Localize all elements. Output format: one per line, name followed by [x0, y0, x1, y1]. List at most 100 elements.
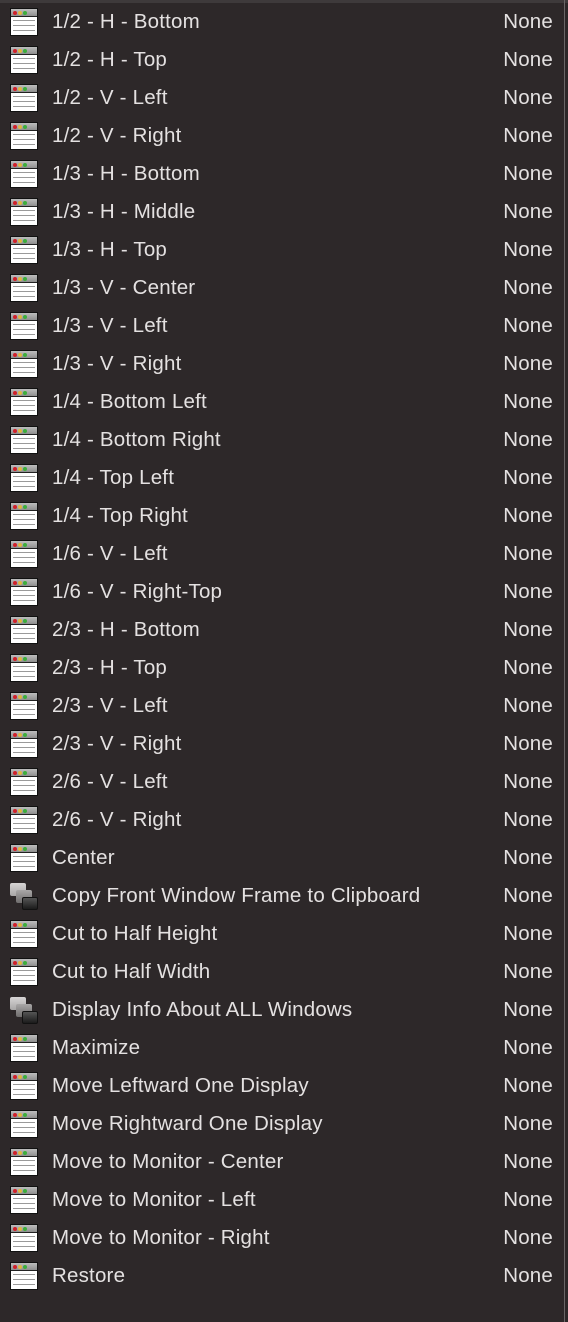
window-icon — [10, 1224, 38, 1252]
list-item[interactable]: Move to Monitor - Left None — [0, 1181, 564, 1219]
shortcut-value[interactable]: None — [503, 466, 553, 490]
list-item[interactable]: 1/6 - V - Left None — [0, 535, 564, 573]
item-label: Cut to Half Height — [52, 922, 218, 945]
list-item[interactable]: Cut to Half Height None — [0, 915, 564, 953]
list-item[interactable]: 1/4 - Bottom Right None — [0, 421, 564, 459]
window-icon — [10, 1072, 38, 1100]
list-item[interactable]: Copy Front Window Frame to Clipboard None — [0, 877, 564, 915]
shortcut-value[interactable]: None — [503, 124, 553, 148]
item-label: Center — [52, 846, 115, 869]
item-label: 1/6 - V - Right-Top — [52, 580, 223, 603]
window-icon — [10, 46, 38, 74]
list-item[interactable]: 1/2 - H - Top None — [0, 41, 564, 79]
shortcut-value[interactable]: None — [503, 504, 553, 528]
shortcut-value[interactable]: None — [503, 1112, 553, 1136]
list-item[interactable]: 1/3 - H - Bottom None — [0, 155, 564, 193]
list-item[interactable]: 1/3 - V - Left None — [0, 307, 564, 345]
window-icon — [10, 1262, 38, 1290]
item-label: Move to Monitor - Left — [52, 1188, 256, 1211]
list-item[interactable]: Cut to Half Width None — [0, 953, 564, 991]
item-label: Move to Monitor - Right — [52, 1226, 270, 1249]
shortcut-value[interactable]: None — [503, 1226, 553, 1250]
window-icon — [10, 236, 38, 264]
shortcut-value[interactable]: None — [503, 542, 553, 566]
list-item[interactable]: 2/3 - V - Right None — [0, 725, 564, 763]
item-label: 2/3 - V - Left — [52, 694, 168, 717]
shortcut-value[interactable]: None — [503, 960, 553, 984]
shortcut-value[interactable]: None — [503, 86, 553, 110]
item-label: 1/3 - V - Right — [52, 352, 182, 375]
shortcut-value[interactable]: None — [503, 884, 553, 908]
shortcut-value[interactable]: None — [503, 314, 553, 338]
shortcut-value[interactable]: None — [503, 162, 553, 186]
shortcut-value[interactable]: None — [503, 1188, 553, 1212]
list-item[interactable]: 2/3 - H - Bottom None — [0, 611, 564, 649]
shortcut-value[interactable]: None — [503, 1150, 553, 1174]
shortcut-value[interactable]: None — [503, 48, 553, 72]
item-label: 1/3 - H - Bottom — [52, 162, 200, 185]
item-label: 1/4 - Bottom Right — [52, 428, 221, 451]
shortcut-value[interactable]: None — [503, 656, 553, 680]
window-icon — [10, 122, 38, 150]
shortcut-value[interactable]: None — [503, 922, 553, 946]
list-item[interactable]: 2/6 - V - Left None — [0, 763, 564, 801]
window-icon — [10, 958, 38, 986]
list-item[interactable]: 1/4 - Top Right None — [0, 497, 564, 535]
window-icon — [10, 920, 38, 948]
list-item[interactable]: 2/3 - H - Top None — [0, 649, 564, 687]
window-icon — [10, 464, 38, 492]
shortcut-value[interactable]: None — [503, 998, 553, 1022]
shortcut-value[interactable]: None — [503, 1036, 553, 1060]
list-item[interactable]: 2/6 - V - Right None — [0, 801, 564, 839]
list-item[interactable]: 1/3 - H - Middle None — [0, 193, 564, 231]
item-label: 2/6 - V - Left — [52, 770, 168, 793]
shortcut-value[interactable]: None — [503, 1074, 553, 1098]
list-item[interactable]: Maximize None — [0, 1029, 564, 1067]
list-item[interactable]: 1/3 - V - Right None — [0, 345, 564, 383]
item-label: 1/2 - H - Top — [52, 48, 168, 71]
list-item[interactable]: 1/3 - H - Top None — [0, 231, 564, 269]
shortcut-value[interactable]: None — [503, 390, 553, 414]
window-icon — [10, 806, 38, 834]
list-item[interactable]: Move Leftward One Display None — [0, 1067, 564, 1105]
list-item[interactable]: 1/2 - H - Bottom None — [0, 3, 564, 41]
list-item[interactable]: 1/3 - V - Center None — [0, 269, 564, 307]
list-item[interactable]: 1/4 - Bottom Left None — [0, 383, 564, 421]
shortcut-value[interactable]: None — [503, 200, 553, 224]
list-item[interactable]: 2/3 - V - Left None — [0, 687, 564, 725]
shortcut-value[interactable]: None — [503, 808, 553, 832]
item-label: Move Rightward One Display — [52, 1112, 323, 1135]
window-icon — [10, 730, 38, 758]
list-item[interactable]: Display Info About ALL Windows None — [0, 991, 564, 1029]
list-item[interactable]: Move Rightward One Display None — [0, 1105, 564, 1143]
shortcut-value[interactable]: None — [503, 732, 553, 756]
item-label: 2/3 - V - Right — [52, 732, 182, 755]
shortcut-value[interactable]: None — [503, 352, 553, 376]
shortcut-value[interactable]: None — [503, 10, 553, 34]
shortcut-value[interactable]: None — [503, 618, 553, 642]
list-item[interactable]: Restore None — [0, 1257, 564, 1295]
shortcut-value[interactable]: None — [503, 694, 553, 718]
shortcut-value[interactable]: None — [503, 846, 553, 870]
shortcut-value[interactable]: None — [503, 238, 553, 262]
window-icon — [10, 84, 38, 112]
shortcut-value[interactable]: None — [503, 276, 553, 300]
list-item[interactable]: 1/4 - Top Left None — [0, 459, 564, 497]
shortcut-value[interactable]: None — [503, 428, 553, 452]
scrollbar-edge — [564, 0, 565, 1322]
item-label: Copy Front Window Frame to Clipboard — [52, 884, 421, 907]
window-icon — [10, 198, 38, 226]
list-item[interactable]: Move to Monitor - Right None — [0, 1219, 564, 1257]
window-icon — [10, 426, 38, 454]
list-item[interactable]: Move to Monitor - Center None — [0, 1143, 564, 1181]
window-icon — [10, 8, 38, 36]
list-item[interactable]: 1/2 - V - Right None — [0, 117, 564, 155]
list-item[interactable]: 1/2 - V - Left None — [0, 79, 564, 117]
shortcut-value[interactable]: None — [503, 1264, 553, 1288]
window-icon — [10, 350, 38, 378]
shortcut-value[interactable]: None — [503, 770, 553, 794]
window-icon — [10, 578, 38, 606]
list-item[interactable]: Center None — [0, 839, 564, 877]
shortcut-value[interactable]: None — [503, 580, 553, 604]
list-item[interactable]: 1/6 - V - Right-Top None — [0, 573, 564, 611]
